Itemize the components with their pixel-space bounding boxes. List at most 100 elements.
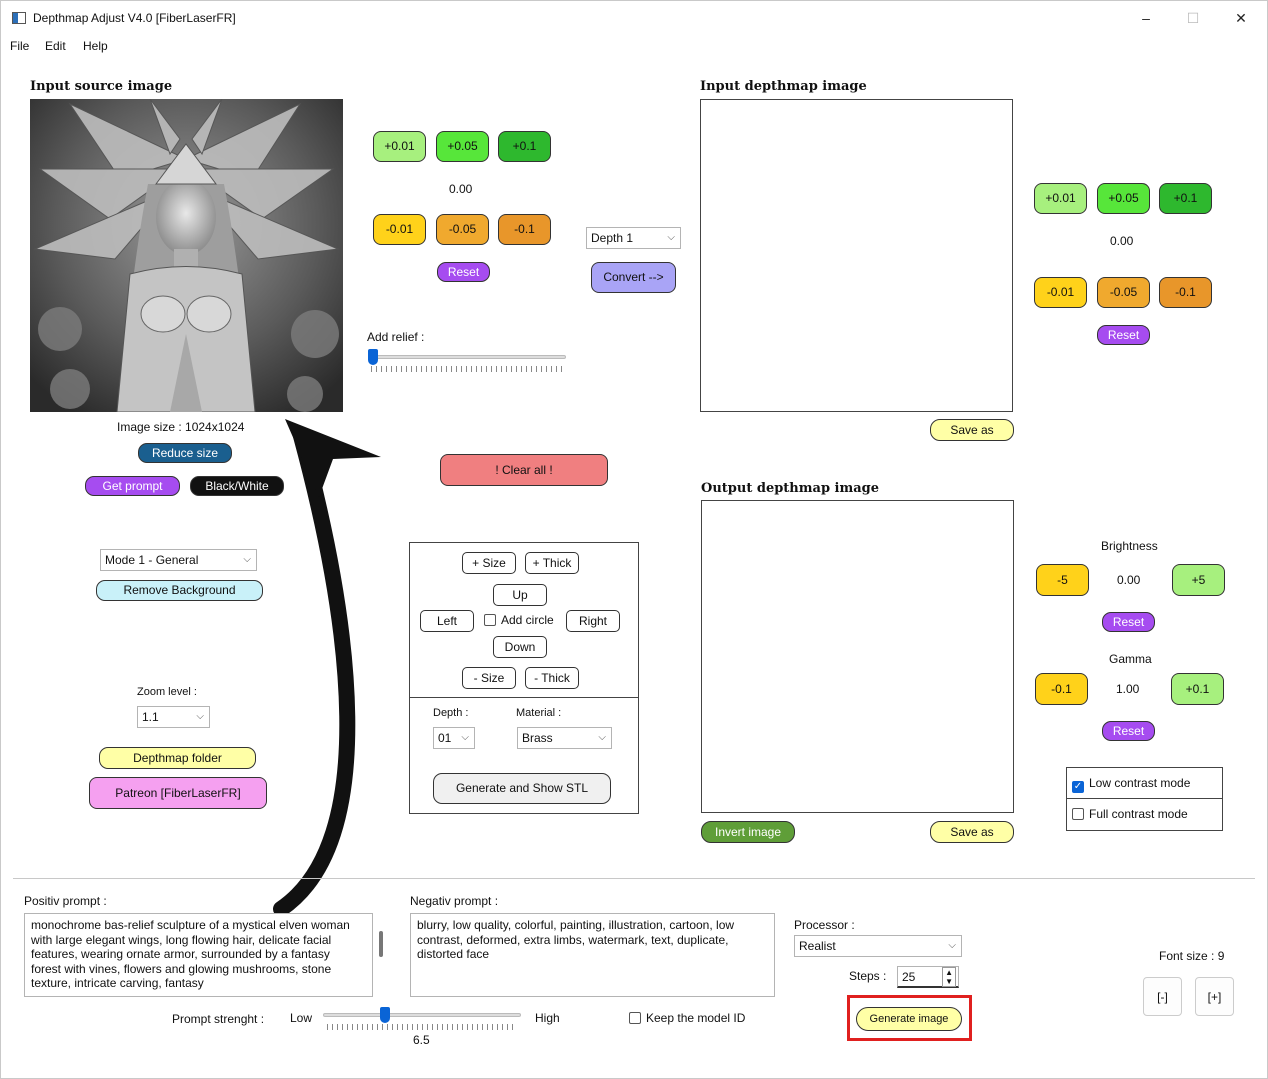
prompt-strength-ticks <box>327 1024 517 1030</box>
adjust-minus-0-01-button[interactable]: -0.01 <box>373 214 426 245</box>
gamma-plus-button[interactable]: +0.1 <box>1171 673 1224 705</box>
adjust-reset-button[interactable]: Reset <box>437 262 490 282</box>
up-button[interactable]: Up <box>493 584 547 606</box>
zoom-level-select[interactable]: 1.1 ⌵ <box>137 706 210 728</box>
low-contrast-label: Low contrast mode <box>1089 776 1191 790</box>
minus-thick-button[interactable]: - Thick <box>525 667 579 689</box>
positive-prompt-label: Positiv prompt : <box>24 894 107 908</box>
input-depthmap-image <box>700 99 1013 412</box>
processor-value: Realist <box>799 939 836 953</box>
chevron-down-icon: ⌵ <box>948 940 956 951</box>
generate-stl-button[interactable]: Generate and Show STL <box>433 773 611 804</box>
mode-select[interactable]: Mode 1 - General ⌵ <box>100 549 257 571</box>
minimize-button[interactable]: – <box>1123 5 1169 31</box>
right-button[interactable]: Right <box>566 610 620 632</box>
output-save-as-button[interactable]: Save as <box>930 821 1014 843</box>
maximize-button[interactable]: ☐ <box>1170 5 1216 31</box>
add-relief-ticks <box>371 366 563 372</box>
output-depthmap-label: Output depthmap image <box>701 481 880 496</box>
adjust-plus-0-01-button[interactable]: +0.01 <box>373 131 426 162</box>
adjust-minus-0-05-button[interactable]: -0.05 <box>436 214 489 245</box>
low-contrast-checkbox[interactable]: ✓ Low contrast mode <box>1072 776 1190 793</box>
shape-panel-divider <box>409 697 639 698</box>
processor-select[interactable]: Realist ⌵ <box>794 935 962 957</box>
close-button[interactable]: ✕ <box>1218 5 1264 31</box>
input-source-label: Input source image <box>30 79 173 94</box>
positive-prompt-scrollbar[interactable] <box>379 931 383 957</box>
reduce-size-button[interactable]: Reduce size <box>138 443 232 463</box>
spin-arrows-icon[interactable]: ▲ ▼ <box>942 967 956 987</box>
adjust-minus-0-1-button[interactable]: -0.1 <box>498 214 551 245</box>
prompt-strength-slider[interactable] <box>323 1013 521 1017</box>
remove-background-button[interactable]: Remove Background <box>96 580 263 601</box>
gamma-reset-button[interactable]: Reset <box>1102 721 1155 741</box>
app-icon <box>12 12 26 24</box>
minus-size-button[interactable]: - Size <box>462 667 516 689</box>
patreon-button[interactable]: Patreon [FiberLaserFR] <box>89 777 267 809</box>
convert-button[interactable]: Convert --> <box>591 262 676 293</box>
depth-minus-0-1-button[interactable]: -0.1 <box>1159 277 1212 308</box>
add-relief-slider[interactable] <box>368 355 566 359</box>
depth-minus-0-05-button[interactable]: -0.05 <box>1097 277 1150 308</box>
depth-plus-0-05-button[interactable]: +0.05 <box>1097 183 1150 214</box>
plus-size-button[interactable]: + Size <box>462 552 516 574</box>
input-save-as-button[interactable]: Save as <box>930 419 1014 441</box>
menu-help[interactable]: Help <box>83 39 108 53</box>
depth-minus-0-01-button[interactable]: -0.01 <box>1034 277 1087 308</box>
adjust-plus-0-05-button[interactable]: +0.05 <box>436 131 489 162</box>
depth-select[interactable]: Depth 1 ⌵ <box>586 227 681 249</box>
full-contrast-checkbox[interactable]: Full contrast mode <box>1072 807 1188 821</box>
adjust-plus-0-1-button[interactable]: +0.1 <box>498 131 551 162</box>
add-relief-handle[interactable] <box>368 349 378 365</box>
add-circle-checkbox[interactable]: Add circle <box>484 613 554 627</box>
left-button[interactable]: Left <box>420 610 474 632</box>
down-button[interactable]: Down <box>493 636 547 658</box>
depthmap-folder-button[interactable]: Depthmap folder <box>99 747 256 769</box>
get-prompt-button[interactable]: Get prompt <box>85 476 180 496</box>
adjust-value: 0.00 <box>449 182 473 196</box>
steps-spinbox[interactable]: 25 ▲ ▼ <box>897 966 959 988</box>
bottom-separator <box>13 878 1255 879</box>
brightness-reset-button[interactable]: Reset <box>1102 612 1155 632</box>
clear-all-button[interactable]: ! Clear all ! <box>440 454 608 486</box>
invert-image-button[interactable]: Invert image <box>701 821 795 843</box>
menu-file[interactable]: File <box>10 39 29 53</box>
generate-image-button[interactable]: Generate image <box>856 1007 962 1031</box>
prompt-strength-handle[interactable] <box>380 1007 390 1023</box>
zoom-level-value: 1.1 <box>142 710 159 724</box>
menu-edit[interactable]: Edit <box>45 39 66 53</box>
strength-low-label: Low <box>290 1011 313 1025</box>
brightness-plus-button[interactable]: +5 <box>1172 564 1225 596</box>
depth-plus-0-1-button[interactable]: +0.1 <box>1159 183 1212 214</box>
processor-label: Processor : <box>794 918 855 932</box>
depth-reset-button[interactable]: Reset <box>1097 325 1150 345</box>
keep-model-checkbox[interactable]: Keep the model ID <box>629 1011 745 1025</box>
full-contrast-label: Full contrast mode <box>1089 807 1188 821</box>
source-image-sculpture <box>30 99 343 412</box>
font-increase-button[interactable]: [+] <box>1195 977 1234 1016</box>
font-size-label: Font size : 9 <box>1159 949 1225 963</box>
material-select[interactable]: Brass ⌵ <box>517 727 612 749</box>
steps-label: Steps : <box>849 969 887 983</box>
checkbox-empty-icon <box>629 1012 641 1024</box>
depth-plus-0-01-button[interactable]: +0.01 <box>1034 183 1087 214</box>
plus-thick-button[interactable]: + Thick <box>525 552 579 574</box>
brightness-minus-button[interactable]: -5 <box>1036 564 1089 596</box>
add-relief-label: Add relief : <box>367 330 425 344</box>
source-image <box>30 99 343 412</box>
stl-depth-select[interactable]: 01 ⌵ <box>433 727 475 749</box>
add-circle-label: Add circle <box>501 613 554 627</box>
add-circle-check-icon <box>484 614 496 626</box>
black-white-button[interactable]: Black/White <box>190 476 284 496</box>
material-value: Brass <box>522 731 553 745</box>
gamma-minus-button[interactable]: -0.1 <box>1035 673 1088 705</box>
title-bar: Depthmap Adjust V4.0 [FiberLaserFR] – ☐ … <box>1 1 1267 35</box>
positive-prompt-input[interactable]: monochrome bas-relief sculpture of a mys… <box>24 913 373 997</box>
chevron-down-icon: ⌵ <box>243 554 251 565</box>
font-decrease-button[interactable]: [-] <box>1143 977 1182 1016</box>
annotation-arrow-icon <box>273 419 381 917</box>
depth-adjust-value: 0.00 <box>1110 234 1134 248</box>
stl-depth-value: 01 <box>438 731 452 745</box>
chevron-down-icon: ⌵ <box>461 732 469 743</box>
negative-prompt-input[interactable]: blurry, low quality, colorful, painting,… <box>410 913 775 997</box>
